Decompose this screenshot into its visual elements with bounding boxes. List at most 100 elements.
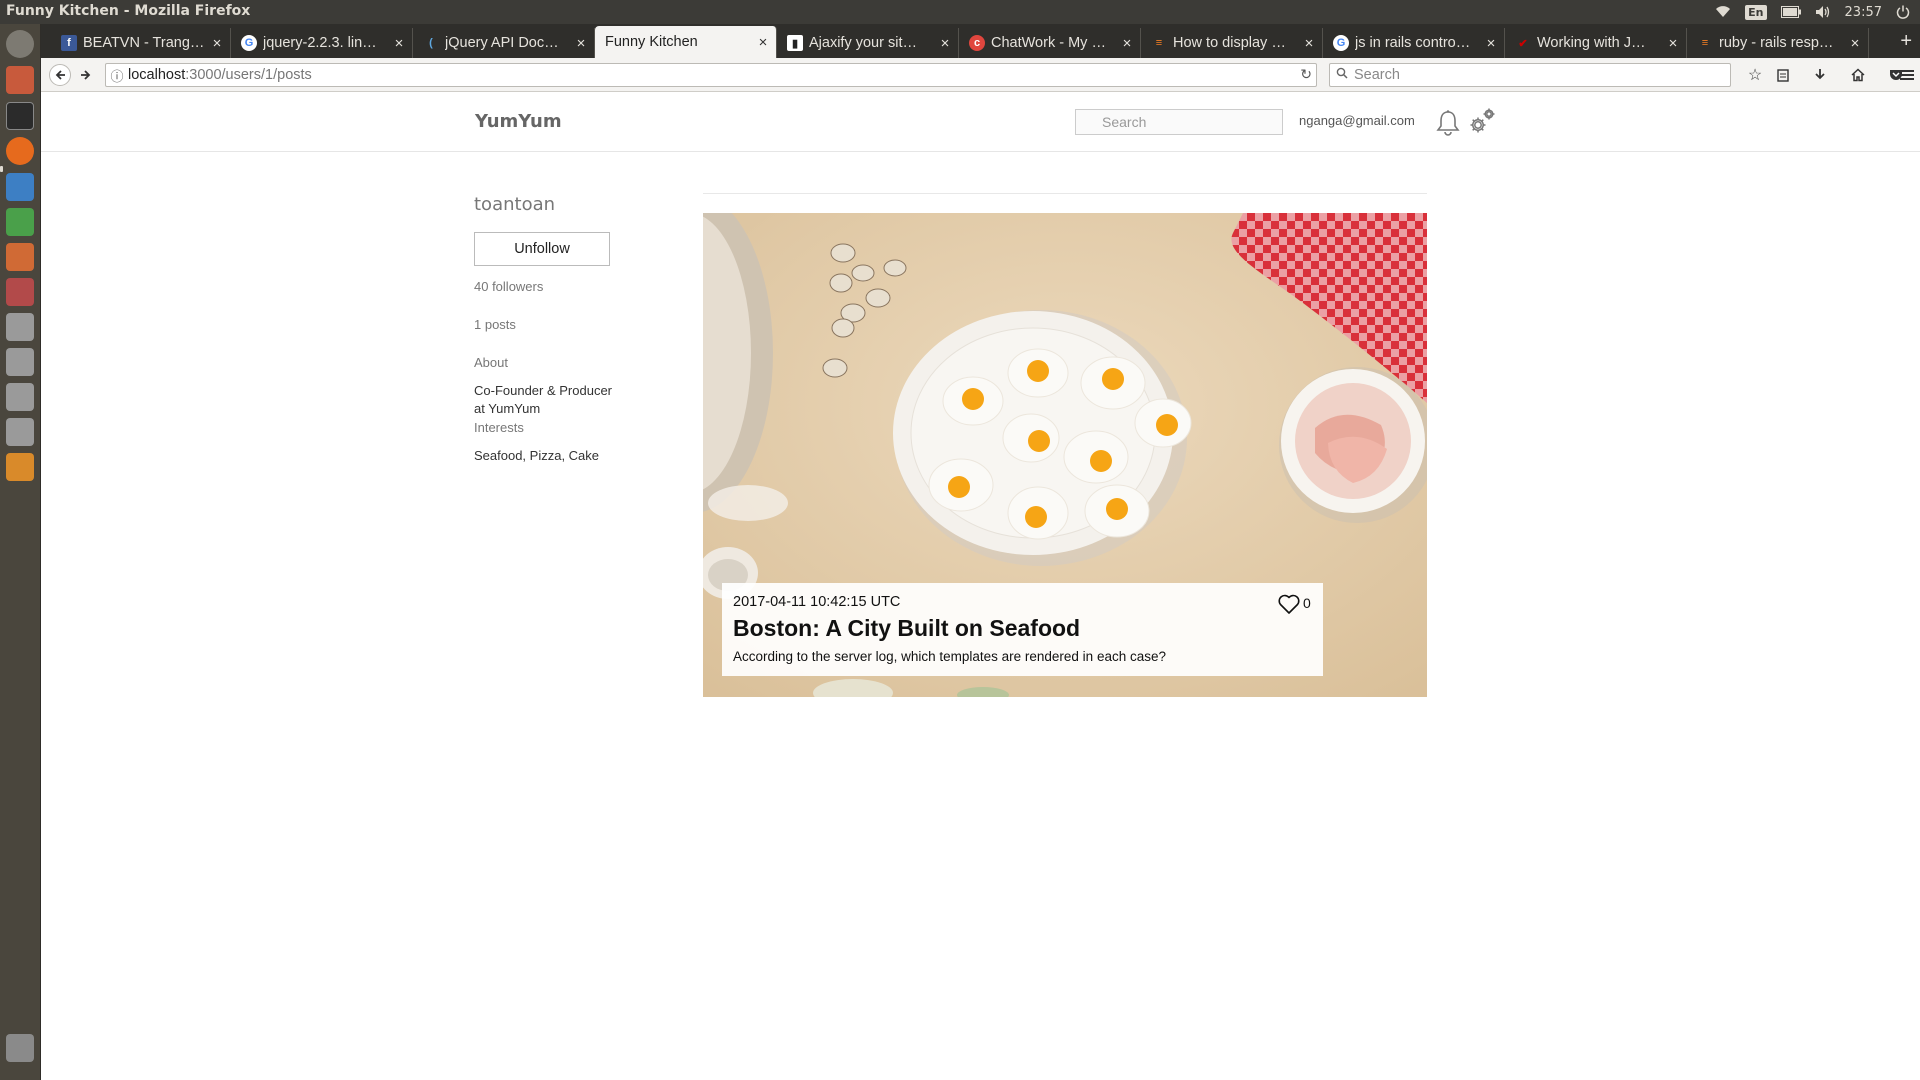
downloads-button[interactable] — [1808, 64, 1832, 86]
close-icon[interactable]: × — [1484, 35, 1498, 52]
trash-icon[interactable] — [6, 1034, 34, 1062]
profile-name: toantoan — [474, 194, 556, 215]
post-card[interactable]: 2017-04-11 10:42:15 UTC Boston: A City B… — [703, 213, 1427, 697]
post-title[interactable]: Boston: A City Built on Seafood — [733, 615, 1080, 642]
info-icon[interactable]: ⓘ — [106, 66, 128, 85]
forward-button[interactable] — [75, 64, 97, 86]
tab-funny-kitchen[interactable]: Funny Kitchen × — [595, 26, 777, 58]
tab-bar: f BEATVN - Trang… × G jquery-2.2.3. lin…… — [41, 24, 1920, 58]
files-app-icon[interactable] — [6, 66, 34, 94]
post-info-overlay: 2017-04-11 10:42:15 UTC Boston: A City B… — [722, 583, 1323, 676]
bell-icon[interactable] — [1435, 109, 1461, 137]
about-label: About — [474, 355, 508, 370]
running-indicator — [0, 166, 3, 172]
navigation-toolbar: ⓘ localhost:3000/users/1/posts ↻ Search … — [41, 58, 1920, 92]
tab-label: ChatWork - My … — [991, 35, 1106, 51]
window-title: Funny Kitchen - Mozilla Firefox — [6, 3, 251, 19]
open-menu-button[interactable] — [1895, 64, 1919, 86]
post-excerpt: According to the server log, which templ… — [733, 649, 1166, 664]
jquery-icon: ( — [429, 37, 433, 49]
close-icon[interactable]: × — [756, 34, 770, 51]
url-path: :3000/users/1/posts — [185, 67, 312, 83]
url-host: localhost — [128, 67, 186, 83]
tab-label: jquery-2.2.3. lin… — [263, 35, 377, 51]
battery-icon[interactable] — [1780, 6, 1801, 18]
arrow-left-icon — [55, 70, 65, 80]
volume-icon[interactable] — [1815, 5, 1831, 19]
user-email-link[interactable]: nganga@gmail.com — [1299, 113, 1415, 128]
tab-jquery-link[interactable]: G jquery-2.2.3. lin… × — [231, 28, 413, 58]
back-button[interactable] — [49, 64, 71, 86]
reload-icon[interactable]: ↻ — [1300, 66, 1312, 83]
tab-label: Working with J… — [1537, 35, 1646, 51]
facebook-icon: f — [61, 35, 77, 51]
hamburger-menu-icon — [1900, 70, 1914, 80]
browser-search-input[interactable]: Search — [1329, 63, 1731, 87]
gear-icon[interactable] — [1467, 107, 1497, 137]
tab-how-to-display[interactable]: ≡ How to display … × — [1141, 28, 1323, 58]
workspace-switcher-icon[interactable] — [6, 453, 34, 481]
download-arrow-icon — [1815, 69, 1825, 80]
followers-count[interactable]: 40 followers — [474, 279, 543, 294]
calc-app-icon[interactable] — [6, 208, 34, 236]
system-top-panel: Funny Kitchen - Mozilla Firefox En 23:57 — [0, 0, 1920, 24]
tab-ruby-rails[interactable]: ≡ ruby - rails resp… × — [1687, 28, 1869, 58]
close-icon[interactable]: × — [1302, 35, 1316, 52]
tab-label: jQuery API Doc… — [445, 35, 559, 51]
site-header: YumYum Search nganga@gmail.com — [41, 93, 1920, 152]
terminal-app-icon[interactable] — [6, 102, 34, 130]
wifi-icon[interactable] — [1715, 5, 1731, 19]
firefox-app-icon[interactable] — [6, 137, 34, 165]
system-tray: En 23:57 — [1715, 0, 1910, 24]
bookmark-icon: ▮ — [787, 35, 803, 51]
tab-jquery-api[interactable]: ( jQuery API Doc… × — [413, 28, 595, 58]
bookmarks-menu-button[interactable] — [1771, 64, 1795, 86]
close-icon[interactable]: × — [1848, 35, 1862, 52]
impress-app-icon[interactable] — [6, 243, 34, 271]
interests-text: Seafood, Pizza, Cake — [474, 448, 600, 463]
close-icon[interactable]: × — [210, 35, 224, 52]
settings-app-icon[interactable] — [6, 278, 34, 306]
close-icon[interactable]: × — [1666, 35, 1680, 52]
search-icon — [1336, 67, 1348, 83]
tab-working-with[interactable]: ✔ Working with J… × — [1505, 28, 1687, 58]
post-date: 2017-04-11 10:42:15 UTC — [733, 594, 901, 610]
posts-count[interactable]: 1 posts — [474, 317, 516, 332]
close-icon[interactable]: × — [574, 35, 588, 52]
arrow-right-icon — [81, 70, 91, 80]
close-icon[interactable]: × — [392, 35, 406, 52]
feed-divider — [703, 193, 1427, 194]
web-page: YumYum Search nganga@gmail.com toantoan … — [41, 93, 1920, 1080]
clock[interactable]: 23:57 — [1845, 5, 1882, 20]
drive-app-icon[interactable] — [6, 348, 34, 376]
bookmark-star-button[interactable]: ☆ — [1743, 64, 1767, 86]
unfollow-button[interactable]: Unfollow — [474, 232, 610, 266]
url-bar[interactable]: ⓘ localhost:3000/users/1/posts ↻ — [105, 63, 1317, 87]
dash-home-icon[interactable] — [6, 30, 34, 58]
close-icon[interactable]: × — [938, 35, 952, 52]
tab-label: BEATVN - Trang… — [83, 35, 205, 51]
chatwork-icon: c — [969, 35, 985, 51]
writer-app-icon[interactable] — [6, 173, 34, 201]
site-brand-logo[interactable]: YumYum — [475, 111, 562, 132]
tab-beatvn[interactable]: f BEATVN - Trang… × — [51, 28, 231, 58]
home-button[interactable] — [1846, 64, 1870, 86]
tab-label: js in rails contro… — [1355, 35, 1471, 51]
drive-app-icon[interactable] — [6, 313, 34, 341]
tab-chatwork[interactable]: c ChatWork - My … × — [959, 28, 1141, 58]
app-launcher — [0, 24, 41, 1080]
tab-js-in-rails[interactable]: G js in rails contro… × — [1323, 28, 1505, 58]
new-tab-button[interactable]: + — [1900, 30, 1912, 53]
tab-label: Funny Kitchen — [605, 34, 698, 50]
drive-app-icon[interactable] — [6, 418, 34, 446]
power-icon[interactable] — [1896, 5, 1910, 19]
tab-ajaxify[interactable]: ▮ Ajaxify your sit… × — [777, 28, 959, 58]
clipboard-icon — [1777, 69, 1789, 82]
close-icon[interactable]: × — [1120, 35, 1134, 52]
stackoverflow-icon: ≡ — [1701, 37, 1709, 49]
keyboard-language-indicator[interactable]: En — [1745, 4, 1767, 20]
heart-icon[interactable] — [1277, 593, 1301, 615]
site-search-input[interactable]: Search — [1075, 109, 1283, 135]
drive-app-icon[interactable] — [6, 383, 34, 411]
about-text: Co-Founder & Producer at YumYum — [474, 383, 613, 416]
